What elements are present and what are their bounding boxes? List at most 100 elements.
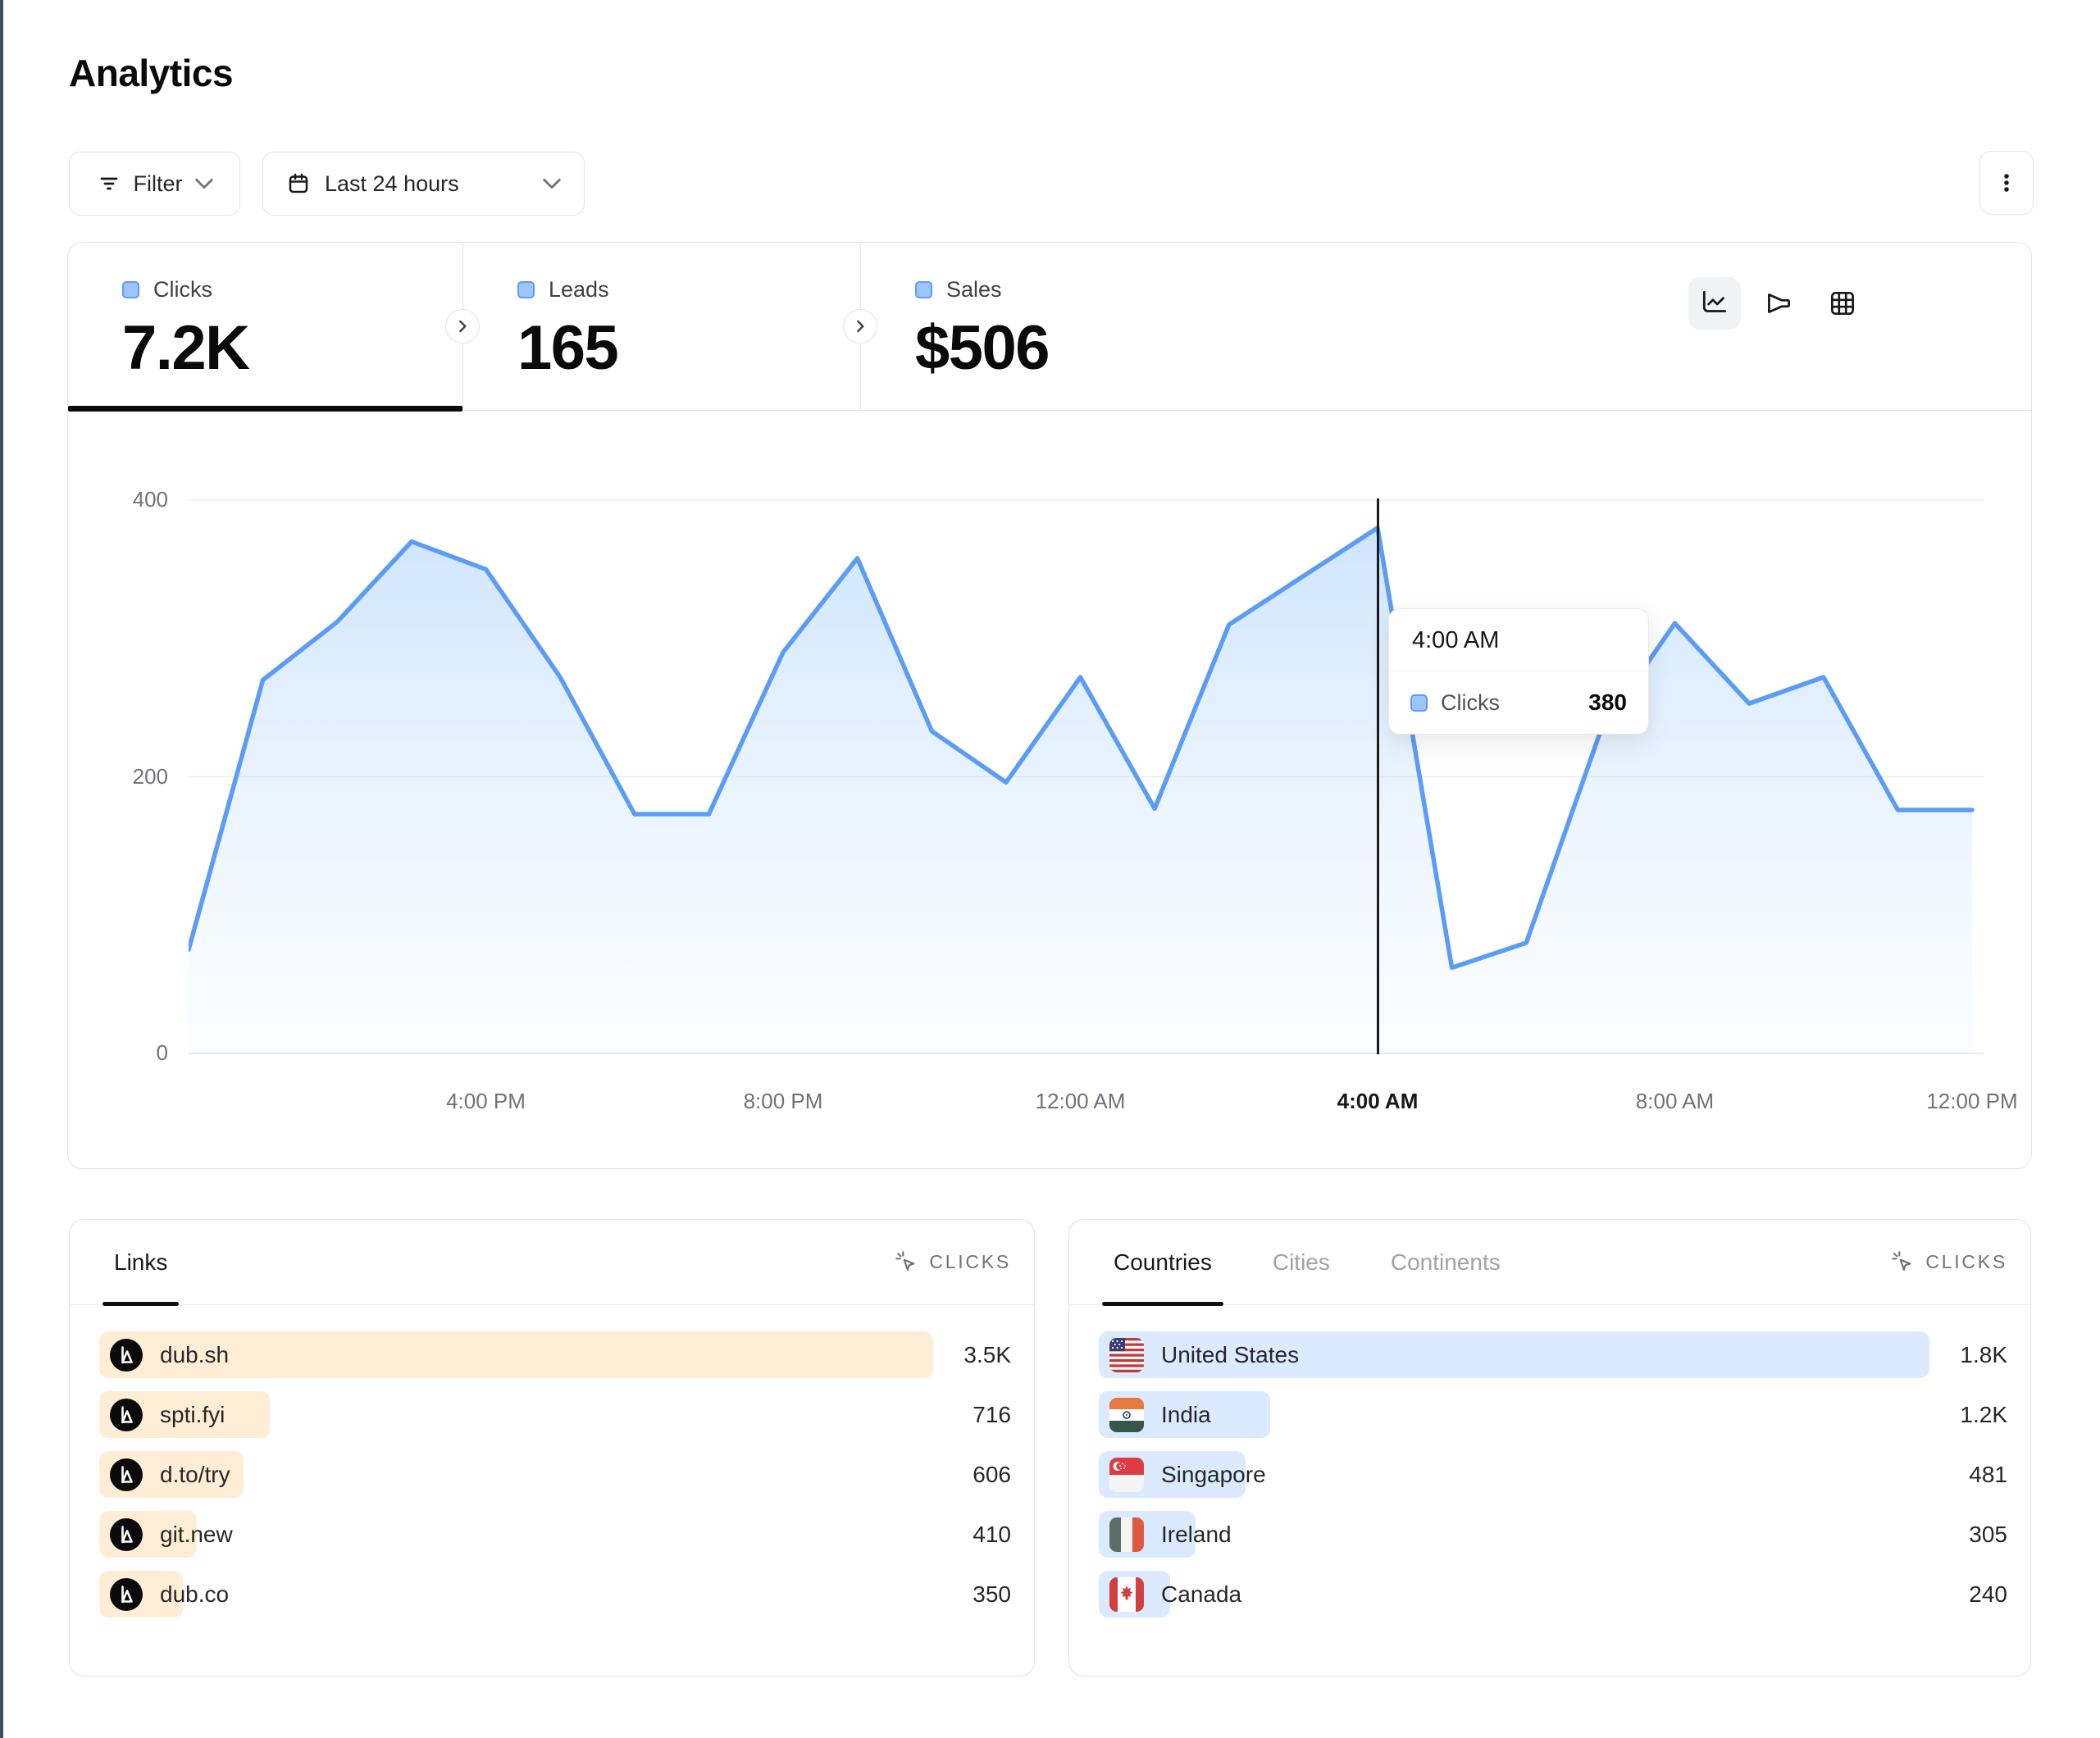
list-item-label: Ireland	[1161, 1522, 1232, 1548]
list-item-spti-fyi[interactable]: spti.fyi 716	[99, 1391, 1011, 1438]
x-tick-label: 12:00 AM	[1036, 1089, 1126, 1114]
list-item-label: United States	[1161, 1342, 1299, 1368]
list-item-git-new[interactable]: git.new 410	[99, 1511, 1011, 1558]
active-tab-underline	[68, 406, 462, 412]
x-tick-label: 12:00 PM	[1926, 1089, 2017, 1114]
more-options-button[interactable]	[1979, 151, 2034, 215]
list-item-singapore[interactable]: Singapore 481	[1099, 1451, 2007, 1498]
clicks-legend-chip	[122, 281, 139, 298]
kebab-menu-icon	[1993, 170, 2020, 196]
hover-crosshair-line	[1377, 498, 1379, 1054]
tab-cities[interactable]: Cities	[1261, 1220, 1342, 1304]
list-item-label: d.to/try	[160, 1462, 230, 1488]
dub-logo-icon	[110, 1518, 143, 1551]
grid-table-icon[interactable]	[1816, 277, 1869, 330]
y-tick-label: 0	[111, 1040, 168, 1066]
countries-metric-label: CLICKS	[1925, 1251, 2007, 1273]
chart-area-fill	[189, 528, 1972, 1053]
leads-legend-chip	[517, 281, 535, 298]
stat-label: Clicks	[153, 277, 212, 303]
filter-button[interactable]: Filter	[69, 152, 240, 216]
filter-button-label: Filter	[134, 171, 183, 197]
flag-sg-icon	[1109, 1458, 1144, 1492]
links-panel: Links CLICKS dub.sh 3.5K spti.fyi 716 d.…	[69, 1219, 1035, 1677]
dub-logo-icon	[110, 1458, 143, 1491]
list-item-label: India	[1161, 1402, 1211, 1428]
line-chart-icon[interactable]	[1688, 277, 1741, 330]
tooltip-time: 4:00 AM	[1389, 609, 1648, 671]
x-tick-label: 8:00 AM	[1636, 1089, 1714, 1114]
stat-label: Leads	[549, 277, 609, 303]
list-item-label: spti.fyi	[160, 1402, 225, 1428]
flag-ca-icon	[1109, 1577, 1144, 1612]
list-item-label: dub.sh	[160, 1342, 229, 1368]
expand-clicks-leads-button[interactable]	[445, 309, 480, 344]
tab-links[interactable]: Links	[102, 1220, 179, 1304]
list-item-value: 606	[973, 1451, 1011, 1498]
list-item-value: 1.8K	[1960, 1331, 2007, 1378]
y-tick-label: 200	[111, 764, 168, 789]
list-item-india[interactable]: India 1.2K	[1099, 1391, 2007, 1438]
flag-ie-icon	[1109, 1517, 1144, 1552]
tooltip-legend-chip	[1410, 694, 1428, 712]
links-list: dub.sh 3.5K spti.fyi 716 d.to/try 606 gi…	[70, 1305, 1034, 1617]
filter-lines-icon	[97, 171, 121, 196]
chevron-down-icon	[543, 178, 561, 189]
x-tick-label: 4:00 PM	[446, 1089, 526, 1114]
links-metric-label: CLICKS	[929, 1251, 1011, 1273]
tab-sales[interactable]: Sales $506	[860, 243, 1287, 410]
page-title: Analytics	[69, 51, 233, 95]
funnel-chart-icon[interactable]	[1752, 277, 1805, 330]
dub-logo-icon	[110, 1339, 143, 1372]
list-item-label: Canada	[1161, 1581, 1241, 1608]
clicks-value: 7.2K	[122, 312, 462, 384]
flag-in-icon	[1109, 1398, 1144, 1432]
stats-tabs-row: Clicks 7.2K Leads 165 Sales $506	[68, 243, 2031, 411]
chart-tooltip: 4:00 AM Clicks 380	[1388, 608, 1649, 735]
x-tick-label: 4:00 AM	[1337, 1089, 1419, 1114]
expand-leads-sales-button[interactable]	[843, 309, 877, 344]
list-item-d-to-try[interactable]: d.to/try 606	[99, 1451, 1011, 1498]
list-item-dub-co[interactable]: dub.co 350	[99, 1571, 1011, 1617]
links-metric-selector[interactable]: CLICKS	[895, 1220, 1011, 1304]
x-tick-label: 8:00 PM	[744, 1089, 823, 1114]
dub-logo-icon	[110, 1399, 143, 1431]
tab-continents[interactable]: Continents	[1379, 1220, 1512, 1304]
chevron-down-icon	[195, 178, 213, 189]
list-item-ireland[interactable]: Ireland 305	[1099, 1511, 2007, 1558]
list-item-value: 481	[1969, 1451, 2007, 1498]
list-item-value: 350	[973, 1571, 1011, 1617]
list-item-value: 305	[1969, 1511, 2007, 1558]
list-item-value: 716	[973, 1391, 1011, 1438]
tab-leads[interactable]: Leads 165	[462, 243, 860, 410]
dub-logo-icon	[110, 1578, 143, 1611]
cursor-click-icon	[895, 1250, 919, 1275]
tooltip-value: 380	[1588, 689, 1627, 716]
y-tick-label: 400	[111, 487, 168, 512]
countries-list: United States 1.8K India 1.2K Singapore …	[1069, 1305, 2030, 1617]
list-item-value: 3.5K	[963, 1331, 1011, 1378]
sales-legend-chip	[915, 281, 932, 298]
stat-label: Sales	[946, 277, 1002, 303]
list-item-value: 240	[1969, 1571, 2007, 1617]
leads-value: 165	[517, 312, 860, 384]
calendar-icon	[286, 171, 311, 196]
list-item-value: 410	[973, 1511, 1011, 1558]
clicks-area-chart[interactable]	[189, 488, 1984, 1062]
list-item-canada[interactable]: Canada 240	[1099, 1571, 2007, 1617]
list-item-value: 1.2K	[1960, 1391, 2007, 1438]
chart-type-toggle	[1688, 277, 1869, 330]
sales-value: $506	[915, 312, 1287, 384]
list-item-label: dub.co	[160, 1581, 229, 1608]
tab-clicks[interactable]: Clicks 7.2K	[68, 243, 462, 410]
list-item-united-states[interactable]: United States 1.8K	[1099, 1331, 2007, 1378]
date-range-button[interactable]: Last 24 hours	[262, 152, 585, 216]
page-edge-accent	[0, 0, 3, 1738]
list-item-label: git.new	[160, 1522, 233, 1548]
countries-metric-selector[interactable]: CLICKS	[1891, 1220, 2007, 1304]
list-item-dub-sh[interactable]: dub.sh 3.5K	[99, 1331, 1011, 1378]
tab-countries[interactable]: Countries	[1102, 1220, 1223, 1304]
flag-us-icon	[1109, 1338, 1144, 1372]
countries-panel: Countries Cities Continents CLICKS Unite…	[1068, 1219, 2031, 1677]
list-item-label: Singapore	[1161, 1462, 1266, 1488]
